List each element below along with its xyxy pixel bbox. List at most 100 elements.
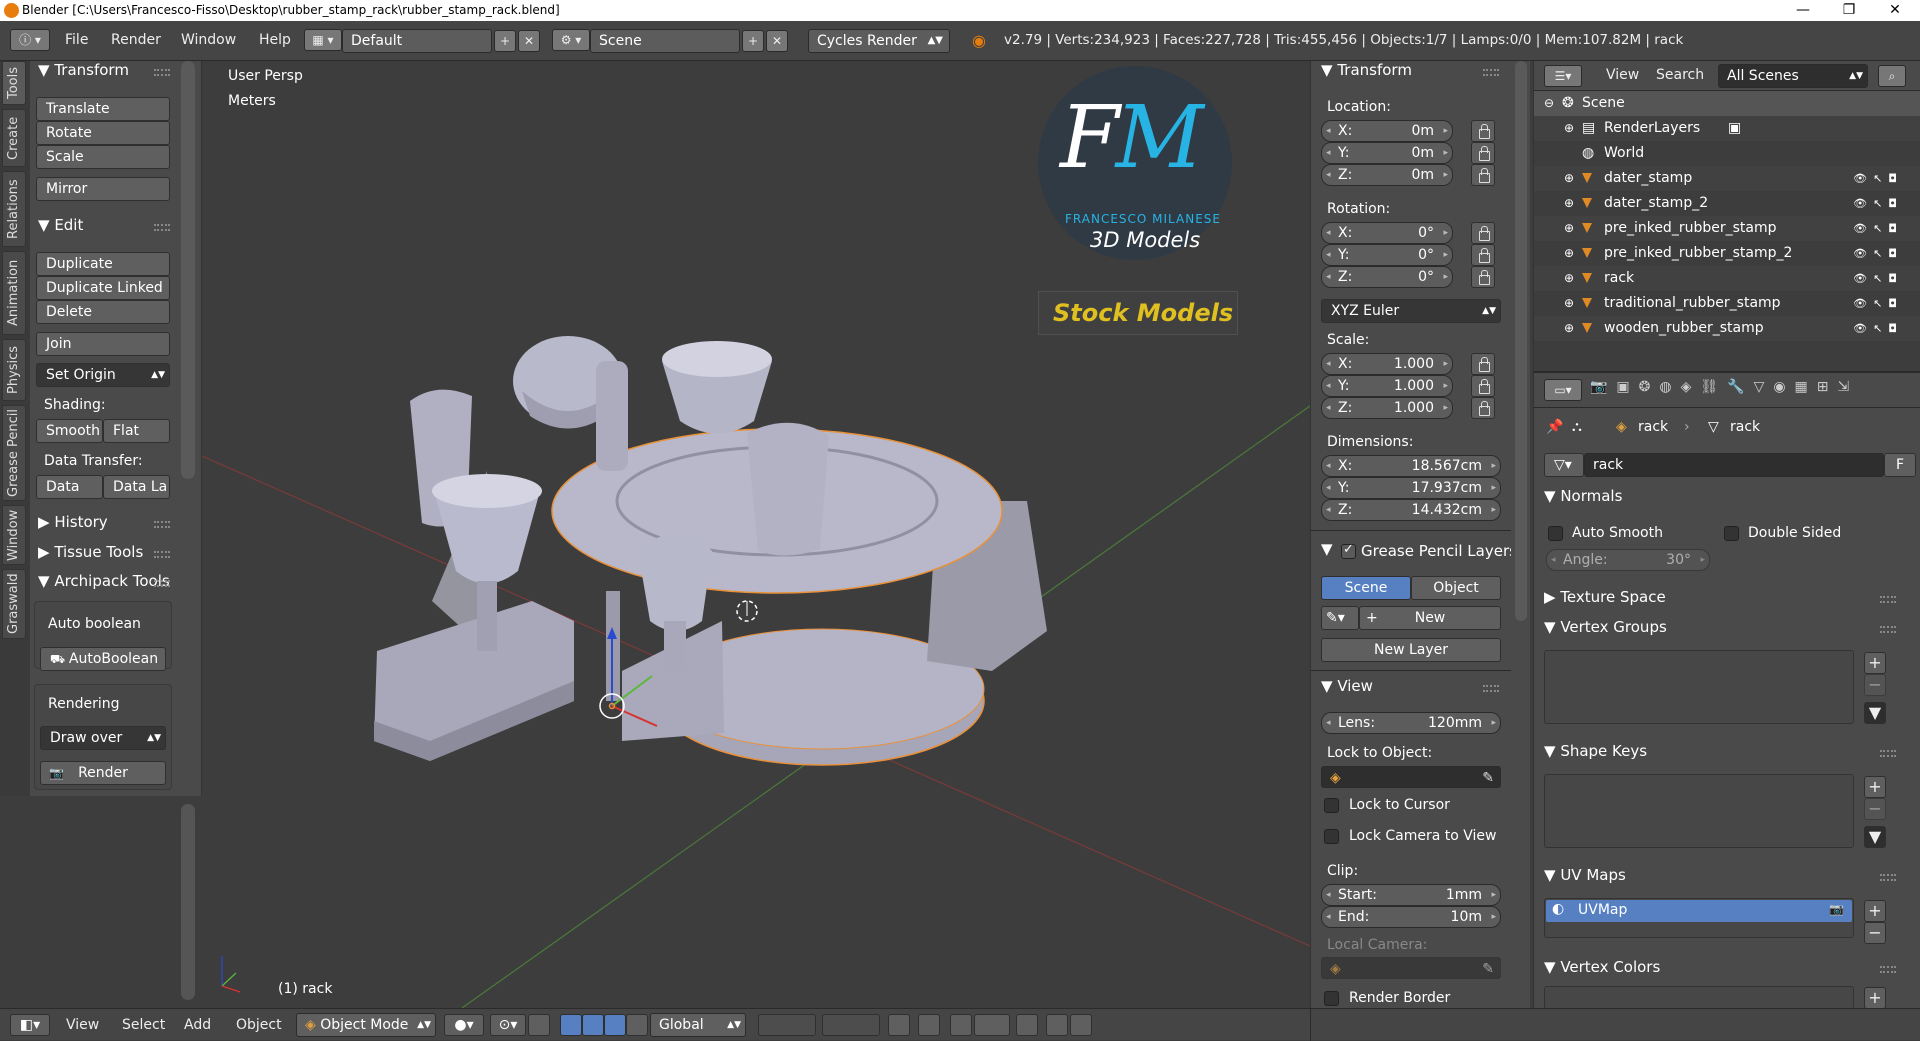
panel-grip-icon[interactable] xyxy=(1880,596,1896,603)
lock-layers-icon[interactable] xyxy=(888,1014,910,1036)
visibility-icons[interactable]: 👁↖◘ xyxy=(1853,291,1903,316)
scale-z-field[interactable]: ◂ Z: 1.000 ▸ xyxy=(1321,397,1453,419)
translate-manipulator-icon[interactable] xyxy=(560,1014,582,1036)
tab-animation[interactable]: Animation xyxy=(2,251,26,335)
rotation-z-field[interactable]: ◂ Z: 0° ▸ xyxy=(1321,266,1453,288)
rotation-x-field[interactable]: ◂ X: 0° ▸ xyxy=(1321,222,1453,244)
local-camera-field[interactable]: ◈ ✎ xyxy=(1321,957,1501,979)
transform-panel-header[interactable]: ▼ Transform xyxy=(38,61,129,79)
scale-y-field[interactable]: ◂ Y: 1.000 ▸ xyxy=(1321,375,1453,397)
draw-over-dropdown[interactable]: Draw over ▲▼ xyxy=(40,726,166,750)
texture-space-header[interactable]: ▶ Texture Space xyxy=(1544,588,1666,606)
lock-camera-checkbox[interactable] xyxy=(1324,829,1339,844)
outliner-editor-type-icon[interactable]: ☰▾ xyxy=(1544,65,1582,87)
menu-render[interactable]: Render xyxy=(111,32,161,48)
grease-scene-button[interactable]: Scene xyxy=(1321,576,1411,600)
vertex-group-specials-icon[interactable]: ▼ xyxy=(1864,702,1886,724)
grease-new-button[interactable]: + New xyxy=(1359,606,1501,630)
auto-smooth-checkbox[interactable] xyxy=(1548,526,1563,541)
lens-field[interactable]: ◂ Lens: 120mm ▸ xyxy=(1321,712,1501,734)
tab-tools[interactable]: Tools xyxy=(2,61,26,105)
transform-orientation-dropdown[interactable]: Global ▲▼ xyxy=(650,1013,746,1037)
add-layout-icon[interactable]: + xyxy=(494,30,516,52)
eyedropper-icon[interactable]: ✎ xyxy=(1482,767,1494,789)
location-x-field[interactable]: ◂ X: 0m ▸ xyxy=(1321,120,1453,142)
delete-button[interactable]: Delete xyxy=(36,300,170,324)
search-icon[interactable]: ⌕ xyxy=(1878,65,1906,87)
delete-scene-icon[interactable]: ✕ xyxy=(766,30,788,52)
shape-keys-list[interactable] xyxy=(1544,774,1854,848)
outliner-row-object[interactable]: ⊕ dater_stamp 👁↖◘ xyxy=(1534,166,1920,191)
manipulator-extra-icon[interactable] xyxy=(626,1014,648,1036)
pin-icon[interactable]: 📌 xyxy=(1546,419,1563,435)
magnet-snap-icon[interactable] xyxy=(950,1014,972,1036)
screen-layout-field[interactable]: Default xyxy=(342,29,492,53)
render-border-checkbox[interactable] xyxy=(1324,991,1339,1006)
mirror-button[interactable]: Mirror xyxy=(36,177,170,201)
tab-graswald[interactable]: Graswald xyxy=(2,569,26,639)
outliner-row-object[interactable]: ⊕ wooden_rubber_stamp 👁↖◘ xyxy=(1534,316,1920,341)
panel-grip-icon[interactable] xyxy=(1483,69,1499,76)
n-panel-scrollbar[interactable] xyxy=(1515,61,1527,621)
render-animation-icon[interactable] xyxy=(1070,1014,1092,1036)
autoboolean-button[interactable]: ⛟ AutoBoolean xyxy=(40,647,166,671)
maximize-button[interactable]: ❐ xyxy=(1826,0,1872,21)
translate-button[interactable]: Translate xyxy=(36,97,170,121)
mode-dropdown[interactable]: ◈ Object Mode ▲▼ xyxy=(296,1013,436,1037)
uvmap-row[interactable]: ◐ UVMap 📷 xyxy=(1546,900,1852,922)
panel-grip-icon[interactable] xyxy=(154,551,170,558)
mesh-name-field[interactable]: rack xyxy=(1584,453,1884,477)
panel-grip-icon[interactable] xyxy=(1880,626,1896,633)
panel-grip-icon[interactable] xyxy=(1880,874,1896,881)
rotation-y-field[interactable]: ◂ Y: 0° ▸ xyxy=(1321,244,1453,266)
remove-shape-key-icon[interactable]: − xyxy=(1864,798,1886,820)
mesh-browse-icon[interactable]: ▽▾ xyxy=(1544,453,1584,477)
lock-to-cursor-checkbox[interactable] xyxy=(1324,798,1339,813)
snap-target-icon[interactable] xyxy=(1016,1014,1038,1036)
dimensions-y-field[interactable]: ◂ Y: 17.937cm ▸ xyxy=(1321,477,1501,499)
expand-icon[interactable]: ⊕ xyxy=(1564,191,1574,216)
editor-type-3d-icon[interactable]: ◧▾ xyxy=(10,1014,50,1036)
scale-x-field[interactable]: ◂ X: 1.000 ▸ xyxy=(1321,353,1453,375)
menu-window[interactable]: Window xyxy=(181,32,236,48)
tab-grease-pencil[interactable]: Grease Pencil xyxy=(2,405,26,501)
outliner-row-object[interactable]: ⊕ dater_stamp_2 👁↖◘ xyxy=(1534,191,1920,216)
outliner-row-object[interactable]: ⊕ pre_inked_rubber_stamp_2 👁↖◘ xyxy=(1534,241,1920,266)
shape-keys-header[interactable]: ▼ Shape Keys xyxy=(1544,742,1647,760)
clip-end-field[interactable]: ◂ End: 10m ▸ xyxy=(1321,906,1501,928)
add-vertex-group-icon[interactable]: + xyxy=(1864,652,1886,674)
render-button[interactable]: 📷 Render xyxy=(40,761,166,785)
expand-icon[interactable]: ⊕ xyxy=(1564,266,1574,291)
normals-panel-header[interactable]: ▼ Normals xyxy=(1544,487,1622,505)
properties-context-tabs[interactable]: 📷▣❂◍◈⛓🔧▽◉▦⊞⇲ xyxy=(1590,379,1910,401)
3d-viewport[interactable]: User Persp Meters (1) rack FM FRANCESCO … xyxy=(202,61,1310,1008)
data-layout-button[interactable]: Data La xyxy=(103,475,170,499)
flat-button[interactable]: Flat xyxy=(103,419,170,443)
menu-file[interactable]: File xyxy=(65,32,88,48)
screen-layout-icon[interactable]: ▦ ▾ xyxy=(304,29,342,51)
smooth-button[interactable]: Smooth xyxy=(36,419,103,443)
clip-start-field[interactable]: ◂ Start: 1mm ▸ xyxy=(1321,884,1501,906)
expand-icon[interactable]: ⊕ xyxy=(1564,166,1574,191)
visibility-icons[interactable]: 👁↖◘ xyxy=(1853,216,1903,241)
n-transform-header[interactable]: ▼ Transform xyxy=(1321,61,1412,79)
outliner-row-object-active[interactable]: ⊕ rack 👁↖◘ xyxy=(1534,266,1920,291)
add-uv-map-icon[interactable]: + xyxy=(1864,900,1886,922)
lock-icon[interactable] xyxy=(1471,142,1495,164)
toolshelf-lower-scrollbar[interactable] xyxy=(181,804,195,1000)
editor-type-info-icon[interactable]: ⓘ ▾ xyxy=(10,29,50,51)
pivot-point-icon[interactable]: ⊙▾ xyxy=(490,1014,526,1036)
pencil-icon[interactable]: ✎▾ xyxy=(1321,606,1359,630)
visibility-icons[interactable]: 👁↖◘ xyxy=(1853,266,1903,291)
tab-relations[interactable]: Relations xyxy=(2,171,26,247)
layers-grid-1-icon[interactable] xyxy=(758,1014,816,1036)
remove-uv-map-icon[interactable]: − xyxy=(1864,922,1886,944)
visibility-icons[interactable]: 👁↖◘ xyxy=(1853,191,1903,216)
outliner-row-object[interactable]: ⊕ pre_inked_rubber_stamp 👁↖◘ xyxy=(1534,216,1920,241)
grease-object-button[interactable]: Object xyxy=(1411,576,1501,600)
new-layer-button[interactable]: New Layer xyxy=(1321,638,1501,662)
set-origin-dropdown[interactable]: Set Origin ▲▼ xyxy=(36,363,170,387)
collapse-icon[interactable]: ⊖ xyxy=(1544,91,1554,116)
lock-icon[interactable] xyxy=(1471,120,1495,142)
double-sided-checkbox[interactable] xyxy=(1724,526,1739,541)
